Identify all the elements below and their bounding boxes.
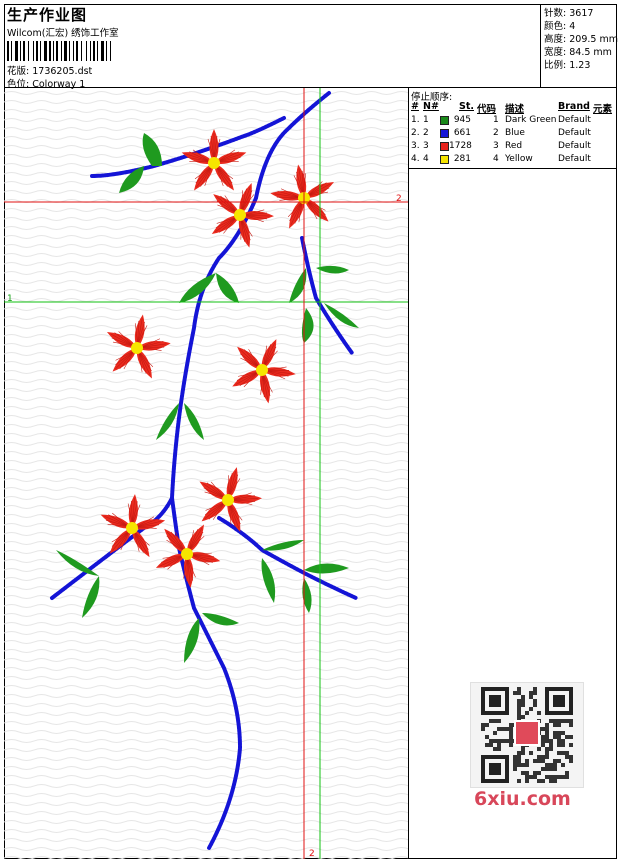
stop-sequence-panel: 停止顺序: # N# St. 代码 描述 Brand 元素 1. 1 945 1 Dar…	[409, 88, 617, 169]
stat-scale: 比例: 1.23	[544, 60, 591, 71]
row-brand: Default	[558, 128, 591, 138]
row-index: 4.	[411, 154, 420, 164]
row-code: 2	[493, 128, 499, 138]
row-needle: 3	[423, 141, 429, 151]
row-stitches: 281	[453, 154, 471, 164]
col-description: 描述	[505, 104, 525, 115]
row-code: 1	[493, 115, 499, 125]
barcode	[7, 41, 111, 61]
row-description: Red	[505, 141, 523, 151]
row-brand: Default	[558, 154, 591, 164]
row-stitches: 945	[453, 115, 471, 125]
row-stitches: 1728	[449, 141, 472, 151]
company-name: Wilcom(汇宏) 绣饰工作室	[7, 28, 119, 39]
color-swatch	[440, 142, 449, 151]
stat-width: 宽度: 84.5 mm	[544, 47, 612, 58]
design-canvas[interactable]: 2 1 2	[4, 88, 409, 859]
col-brand: Brand	[558, 101, 590, 112]
guide-label-red-h: 2	[396, 194, 402, 204]
row-needle: 4	[423, 154, 429, 164]
col-code: 代码	[477, 104, 497, 115]
row-needle: 2	[423, 128, 429, 138]
col-needle: N#	[423, 101, 439, 112]
embroidery-preview: 2 1 2	[4, 88, 408, 859]
row-stitches: 661	[453, 128, 471, 138]
row-index: 1.	[411, 115, 420, 125]
guide-label-red-v: 2	[309, 849, 315, 859]
row-code: 4	[493, 154, 499, 164]
row-brand: Default	[558, 141, 591, 151]
color-swatch	[440, 116, 449, 125]
stamp-logo	[514, 720, 540, 746]
col-stitches: St.	[459, 101, 474, 112]
stat-stitches: 针数: 3617	[544, 8, 594, 19]
stat-height: 高度: 209.5 mm	[544, 34, 618, 45]
row-needle: 1	[423, 115, 429, 125]
row-description: Dark Green	[505, 115, 557, 125]
col-index: #	[411, 101, 419, 112]
row-index: 2.	[411, 128, 420, 138]
row-description: Yellow	[505, 154, 533, 164]
watermark-text: 6xiu.com	[474, 788, 571, 810]
row-index: 3.	[411, 141, 420, 151]
design-file: 花版: 1736205.dst	[7, 66, 93, 77]
color-swatch	[440, 155, 449, 164]
header-info: 生产作业图 Wilcom(汇宏) 绣饰工作室 花版: 1736205.dst 色…	[4, 4, 541, 90]
design-stats: 针数: 3617 颜色: 4 高度: 209.5 mm 宽度: 84.5 mm …	[541, 4, 618, 88]
qr-code-watermark	[470, 682, 584, 788]
color-swatch	[440, 129, 449, 138]
stat-colors: 颜色: 4	[544, 21, 576, 32]
qr-code	[481, 687, 573, 783]
row-code: 3	[493, 141, 499, 151]
col-element: 元素	[593, 104, 613, 115]
guide-label-green-h: 1	[7, 294, 13, 304]
page-title: 生产作业图	[7, 6, 88, 24]
row-description: Blue	[505, 128, 525, 138]
row-brand: Default	[558, 115, 591, 125]
